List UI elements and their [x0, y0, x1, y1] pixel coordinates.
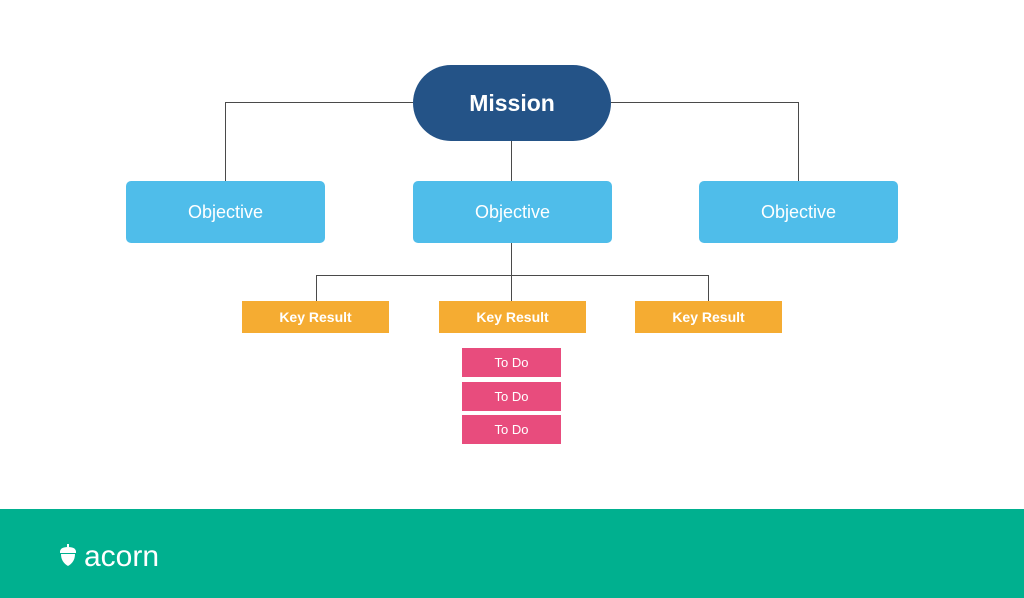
objective-label: Objective: [474, 201, 551, 222]
connector-mission-right-horizontal: [611, 102, 799, 103]
objective-label: Objective: [187, 201, 264, 222]
connector-keyresult-right-vertical: [708, 275, 709, 301]
connector-mission-left-horizontal: [225, 102, 413, 103]
todo-label: To Do: [494, 355, 529, 370]
key-result-node-center: Key Result: [439, 301, 586, 333]
brand-name: acorn: [84, 540, 160, 573]
todo-node: To Do: [462, 415, 561, 444]
acorn-icon: [58, 543, 78, 572]
mission-label: Mission: [469, 89, 555, 116]
todo-node: To Do: [462, 382, 561, 411]
key-result-label: Key Result: [476, 309, 549, 325]
objective-label: Objective: [760, 201, 837, 222]
key-result-label: Key Result: [672, 309, 745, 325]
todo-label: To Do: [494, 389, 529, 404]
objective-node-center: Objective: [413, 181, 612, 243]
objective-node-left: Objective: [126, 181, 325, 243]
todo-node: To Do: [462, 348, 561, 377]
key-result-label: Key Result: [279, 309, 352, 325]
todo-label: To Do: [494, 422, 529, 437]
connector-mission-right-vertical: [798, 102, 799, 181]
mission-node: Mission: [413, 65, 611, 141]
key-result-node-right: Key Result: [635, 301, 782, 333]
connector-mission-center-vertical: [511, 141, 512, 181]
connector-keyresults-horizontal: [316, 275, 709, 276]
brand-logo: acorn: [58, 540, 159, 574]
connector-mission-left-vertical: [225, 102, 226, 181]
connector-objective-down: [511, 243, 512, 301]
objective-node-right: Objective: [699, 181, 898, 243]
key-result-node-left: Key Result: [242, 301, 389, 333]
connector-keyresult-left-vertical: [316, 275, 317, 301]
